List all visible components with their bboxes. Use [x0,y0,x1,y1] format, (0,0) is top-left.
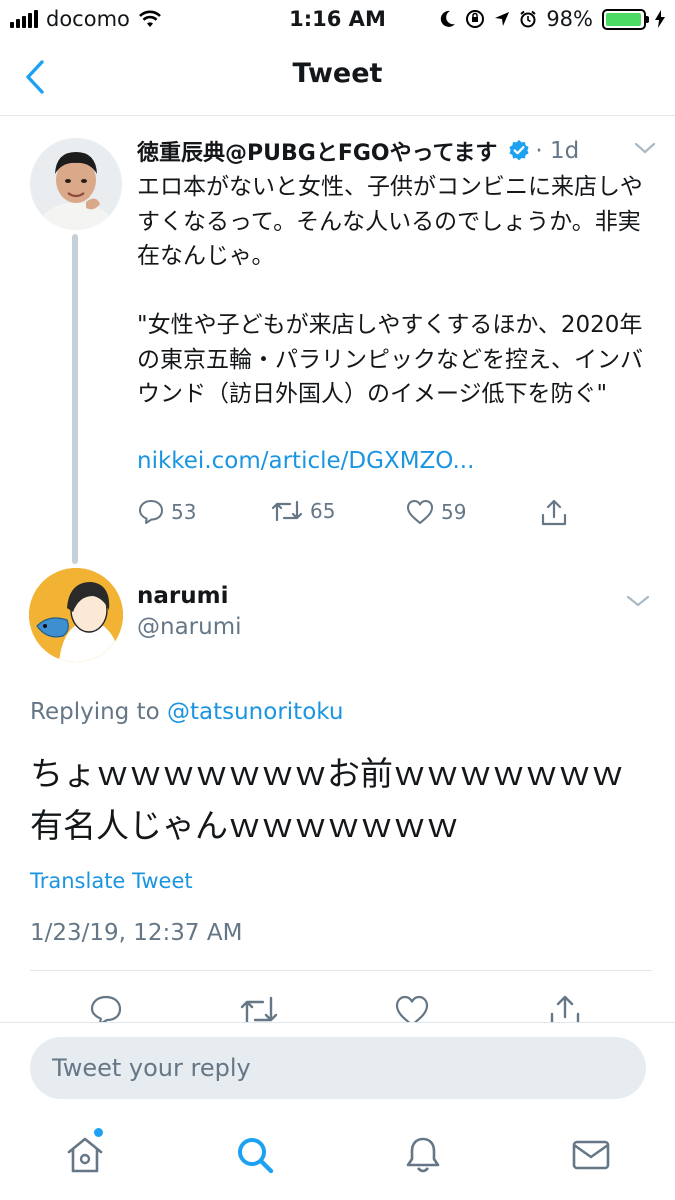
man-portrait-icon [30,138,122,230]
orientation-lock-icon [466,10,485,28]
home-icon[interactable] [64,1134,106,1176]
reply-count: 53 [171,500,197,524]
chevron-down-icon[interactable] [625,592,651,610]
thread-connector-line [72,234,78,564]
share-icon [541,499,567,526]
parent-tweet-author-name[interactable]: 徳重辰典@PUBGとFGOやってます [137,135,497,167]
charging-bolt-icon [655,10,665,28]
heart-icon [407,500,433,524]
notifications-icon[interactable] [402,1134,444,1176]
retweet-count: 65 [310,499,336,523]
parent-tweet-text: エロ本がないと女性、子供がコンビニに来店しやすくなるって。そんな人いるのでしょう… [137,174,643,407]
reply-composer [0,1022,675,1114]
moon-icon [441,10,456,27]
verified-badge-icon [509,140,530,161]
parent-tweet-link[interactable]: nikkei.com/article/DGXMZO... [137,448,474,474]
share-icon[interactable] [547,994,583,1022]
reply-action[interactable]: 53 [137,498,196,526]
navigation-bar: Tweet [0,40,675,116]
heart-icon[interactable] [394,994,430,1022]
battery-icon [602,8,649,30]
location-icon [495,12,510,26]
illustrated-avatar-icon [29,568,123,662]
retweet-icon[interactable] [238,994,280,1022]
home-notification-dot [94,1128,103,1137]
chevron-down-icon[interactable] [633,140,657,156]
like-action[interactable]: 59 [405,498,466,526]
reply-author-name[interactable]: narumi [137,583,228,609]
reply-icon [139,500,163,524]
parent-tweet-avatar[interactable] [30,138,122,230]
reply-tweet-text: ちょｗｗｗｗｗｗｗお前ｗｗｗｗｗｗｗ有名人じゃんｗｗｗｗｗｗｗ [30,754,624,845]
status-right: 98% [440,7,665,31]
reply-author-avatar[interactable] [29,568,123,662]
retweet-icon [271,500,303,522]
battery-level-fill [606,12,642,26]
like-count: 59 [441,500,467,524]
status-bar: docomo 1:16 AM 98% [0,0,675,40]
share-action[interactable] [539,498,569,528]
reply-icon[interactable] [89,994,123,1022]
translate-tweet-link[interactable]: Translate Tweet [30,869,193,893]
replying-to-handle[interactable]: @tatsunoritoku [167,699,343,725]
parent-tweet-actions: 53 65 59 [137,498,577,532]
replying-to-line: Replying to @tatsunoritoku [30,699,343,725]
parent-tweet-time: · 1d [535,138,580,164]
main-tweet-actions [0,990,675,1022]
parent-tweet-header: 徳重辰典@PUBGとFGOやってます · 1d [137,134,657,168]
messages-icon[interactable] [570,1134,612,1176]
tweet-timestamp: 1/23/19, 12:37 AM [30,920,243,946]
divider [30,970,652,971]
reply-input[interactable] [30,1037,646,1099]
reply-author-handle[interactable]: @narumi [137,614,242,640]
search-icon[interactable] [234,1134,276,1176]
retweet-action[interactable]: 65 [270,498,335,524]
alarm-icon [520,10,536,28]
battery-percent: 98% [546,7,593,31]
page-title: Tweet [292,58,383,89]
replying-to-prefix: Replying to [30,699,167,725]
